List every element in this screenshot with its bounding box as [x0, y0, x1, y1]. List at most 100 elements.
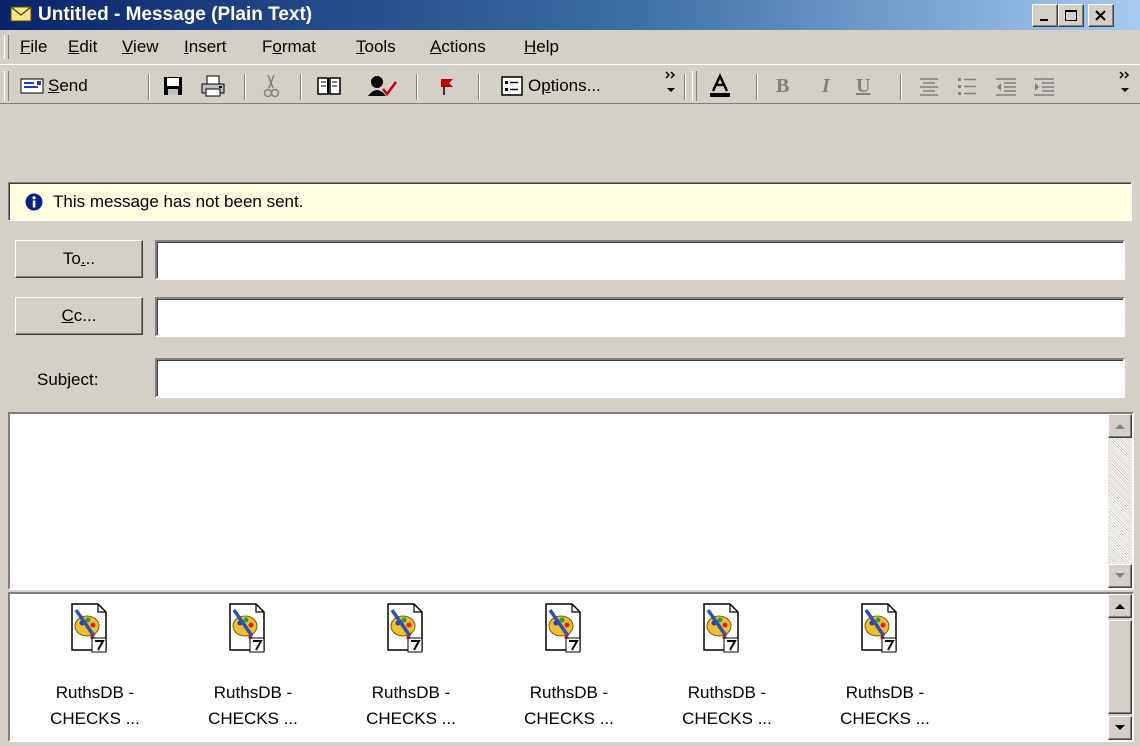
attachment-label: RuthsDB - CHECKS ... — [820, 680, 950, 732]
attachments-scrollbar[interactable] — [1108, 594, 1132, 740]
to-button[interactable]: To... — [15, 240, 143, 278]
arrow-up-icon — [1115, 604, 1125, 609]
flag-icon — [441, 79, 453, 95]
menu-view[interactable]: View — [122, 35, 159, 59]
toolbar-separator — [756, 74, 758, 100]
attachments-scroll-up-button[interactable] — [1108, 594, 1132, 618]
attachment-label: RuthsDB - CHECKS ... — [504, 680, 634, 732]
toolbar-separator — [244, 74, 246, 100]
paint-file-icon — [858, 602, 900, 664]
decrease-indent-icon — [996, 78, 1016, 96]
more-chevron-icon — [665, 71, 676, 92]
arrow-down-icon — [1115, 725, 1125, 730]
body-scroll-down-button[interactable] — [1108, 564, 1132, 588]
print-button[interactable] — [200, 71, 226, 101]
more-chevron-icon — [1119, 71, 1130, 92]
toolbar-separator — [478, 74, 480, 100]
align-center-button[interactable] — [918, 71, 940, 101]
body-text — [16, 420, 1096, 580]
attachment-name-line2: CHECKS ... — [682, 709, 772, 728]
attachment-label: RuthsDB - CHECKS ... — [188, 680, 318, 732]
formatting-grip[interactable] — [692, 71, 697, 101]
menu-bar: File Edit View Insert Format Tools Actio… — [0, 32, 1140, 62]
paint-file-icon — [700, 602, 742, 664]
address-book-button[interactable] — [316, 71, 342, 101]
attachment-name-line2: CHECKS ... — [50, 709, 140, 728]
cc-field[interactable] — [155, 297, 1125, 337]
toolbar-grip[interactable] — [4, 71, 9, 101]
maximize-button[interactable] — [1058, 4, 1084, 27]
body-scrollbar[interactable] — [1108, 414, 1132, 588]
italic-button[interactable]: I — [822, 71, 830, 101]
arrow-down-icon — [1115, 573, 1125, 578]
attachment-item[interactable]: RuthsDB - CHECKS ... — [820, 602, 950, 742]
bold-button[interactable]: B — [776, 71, 789, 101]
paint-file-icon — [226, 602, 268, 664]
bullets-button[interactable] — [956, 71, 978, 101]
italic-icon: I — [822, 74, 830, 97]
info-bar: This message has not been sent. — [8, 182, 1132, 221]
address-book-icon — [317, 77, 341, 95]
close-icon — [1095, 10, 1106, 21]
underline-icon: U — [856, 74, 871, 97]
maximize-icon — [1065, 10, 1077, 21]
toolbar-separator — [684, 74, 686, 100]
info-message: This message has not been sent. — [53, 192, 304, 211]
underline-button[interactable]: U — [856, 71, 870, 101]
send-button[interactable]: Send — [20, 71, 88, 101]
close-button[interactable] — [1088, 4, 1114, 27]
attachment-name-line2: CHECKS ... — [208, 709, 298, 728]
attachment-item[interactable]: RuthsDB - CHECKS ... — [504, 602, 634, 742]
to-field[interactable] — [155, 240, 1125, 280]
attachments-scroll-down-button[interactable] — [1108, 716, 1132, 740]
menu-help[interactable]: Help — [524, 35, 559, 59]
menu-edit[interactable]: Edit — [68, 35, 97, 59]
attachment-name-line2: CHECKS ... — [524, 709, 614, 728]
font-color-icon — [710, 73, 730, 97]
flag-button[interactable] — [438, 71, 456, 101]
cc-button[interactable]: Cc... — [15, 297, 143, 335]
title-bar[interactable]: Untitled - Message (Plain Text) — [0, 0, 1140, 30]
check-names-icon — [368, 76, 397, 97]
options-button[interactable]: Options... — [500, 71, 601, 101]
toolbar-overflow-button[interactable] — [664, 69, 678, 99]
attachments-scroll-thumb[interactable] — [1108, 620, 1132, 714]
minimize-button[interactable] — [1032, 4, 1058, 27]
menu-file[interactable]: File — [20, 35, 47, 59]
attachment-item[interactable]: RuthsDB - CHECKS ... — [188, 602, 318, 742]
print-icon — [201, 75, 225, 97]
window-title: Untitled - Message (Plain Text) — [38, 4, 313, 25]
attachment-name-line1: RuthsDB - — [529, 683, 609, 702]
attachment-name-line1: RuthsDB - — [213, 683, 293, 702]
attachment-label: RuthsDB - CHECKS ... — [662, 680, 792, 732]
menu-tools[interactable]: Tools — [356, 35, 396, 59]
paint-file-icon — [542, 602, 584, 664]
attachment-name-line1: RuthsDB - — [687, 683, 767, 702]
check-names-button[interactable] — [366, 71, 398, 101]
subject-field[interactable] — [155, 358, 1125, 398]
font-color-button[interactable] — [708, 71, 732, 101]
toolbar-separator — [900, 74, 902, 100]
attachment-label: RuthsDB - CHECKS ... — [346, 680, 476, 732]
attachment-item[interactable]: RuthsDB - CHECKS ... — [30, 602, 160, 742]
formatting-overflow-button[interactable] — [1118, 69, 1132, 99]
attachment-item[interactable]: RuthsDB - CHECKS ... — [662, 602, 792, 742]
attachment-name-line2: CHECKS ... — [840, 709, 930, 728]
bullets-icon — [958, 78, 976, 95]
save-button[interactable] — [162, 71, 184, 101]
body-scroll-up-button[interactable] — [1108, 414, 1132, 438]
decrease-indent-button[interactable] — [994, 71, 1018, 101]
increase-indent-button[interactable] — [1032, 71, 1056, 101]
menu-insert[interactable]: Insert — [184, 35, 227, 59]
menu-format[interactable]: Format — [262, 35, 316, 59]
cut-icon — [263, 74, 280, 98]
attachments-pane: RuthsDB - CHECKS ... RuthsDB - CHECKS ... Ru… — [8, 592, 1134, 742]
paint-file-icon — [384, 602, 426, 664]
message-body[interactable] — [8, 412, 1134, 590]
options-icon — [501, 76, 523, 96]
attachment-item[interactable]: RuthsDB - CHECKS ... — [346, 602, 476, 742]
cut-button[interactable] — [260, 71, 282, 101]
menu-grip[interactable] — [4, 35, 9, 59]
menu-actions[interactable]: Actions — [430, 35, 486, 59]
attachment-label: RuthsDB - CHECKS ... — [30, 680, 160, 732]
